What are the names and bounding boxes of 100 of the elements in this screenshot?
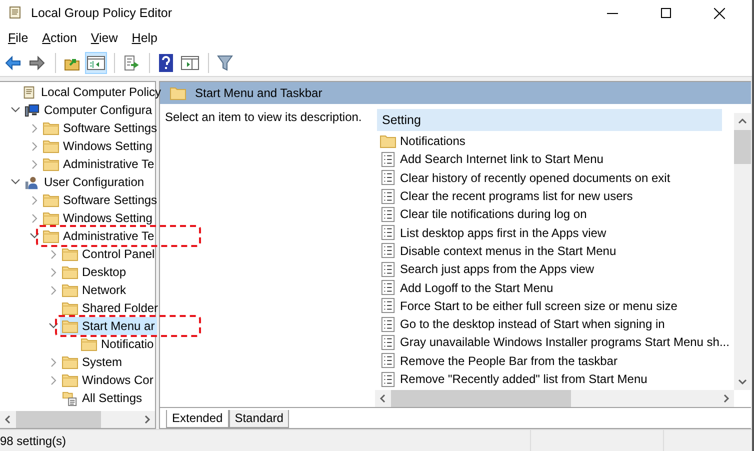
setting-label[interactable]: Disable context menus in the Start Menu bbox=[400, 244, 616, 258]
tree-item-label: Administrative Te bbox=[63, 229, 154, 243]
folder-icon bbox=[43, 192, 59, 208]
scroll-thumb[interactable] bbox=[391, 390, 570, 407]
tree-item-label: Software Settings bbox=[63, 193, 158, 207]
setting-label[interactable]: Add Logoff to the Start Menu bbox=[400, 280, 554, 295]
menu-item[interactable]: Action bbox=[35, 31, 84, 45]
tree-item[interactable]: Administrative Te bbox=[41, 227, 156, 245]
scroll-thumb[interactable] bbox=[734, 130, 751, 164]
tree-item[interactable]: Control Panel bbox=[60, 245, 157, 263]
column-header[interactable]: Setting bbox=[377, 109, 722, 131]
tree-item-label: Network bbox=[82, 283, 126, 297]
collapse-chevron-icon[interactable] bbox=[30, 233, 39, 239]
scroll-icon bbox=[21, 84, 37, 100]
expand-chevron-icon[interactable] bbox=[50, 376, 56, 384]
tree-item[interactable]: Windows Setting bbox=[41, 137, 154, 155]
setting-icon bbox=[380, 316, 396, 332]
tree-view-button[interactable] bbox=[85, 52, 107, 74]
maximize-icon[interactable] bbox=[661, 8, 671, 18]
expand-chevron-icon[interactable] bbox=[50, 250, 56, 258]
tree-item-label: Start Menu ar bbox=[82, 319, 155, 333]
tree-item[interactable]: Start Menu ar bbox=[60, 317, 157, 335]
close-icon[interactable] bbox=[714, 8, 725, 18]
tree-item-label: User Configuration bbox=[44, 175, 144, 189]
setting-icon bbox=[380, 262, 396, 277]
setting-label[interactable]: Clear history of recently opened documents on exit bbox=[400, 170, 670, 185]
tree-item-label: Windows Setting bbox=[63, 139, 152, 153]
folder-icon bbox=[43, 210, 59, 226]
view-tab[interactable]: Standard bbox=[228, 410, 290, 428]
setting-label[interactable]: Notifications bbox=[400, 134, 466, 148]
tree-item[interactable]: User Configuration bbox=[22, 173, 146, 191]
vertical-scrollbar[interactable] bbox=[734, 113, 751, 390]
collapse-chevron-icon[interactable] bbox=[11, 107, 20, 113]
expand-chevron-icon[interactable] bbox=[50, 268, 56, 276]
tree-item-label: Windows Setting bbox=[63, 211, 152, 225]
scroll-icon bbox=[7, 5, 23, 21]
tree-item-label: All Settings bbox=[82, 391, 142, 405]
scroll-thumb[interactable] bbox=[16, 411, 102, 428]
collapse-chevron-icon[interactable] bbox=[11, 179, 20, 185]
action-pane-icon bbox=[181, 55, 199, 71]
setting-label[interactable]: Go to the desktop instead of Start when signing in bbox=[400, 317, 665, 332]
expand-chevron-icon[interactable] bbox=[50, 358, 56, 366]
tree-item[interactable]: Desktop bbox=[60, 263, 128, 281]
setting-label[interactable]: Remove "Recently added" list from Start Menu bbox=[400, 372, 648, 386]
tree-item-label: Windows Cor bbox=[82, 373, 154, 387]
setting-label[interactable]: List desktop apps first in the Apps view bbox=[400, 226, 606, 240]
tree-item[interactable]: Shared Folder bbox=[60, 299, 160, 317]
view-tab[interactable]: Extended bbox=[166, 410, 229, 428]
expand-chevron-icon[interactable] bbox=[32, 142, 38, 150]
folder-icon bbox=[43, 138, 59, 154]
tree-item[interactable]: Software Settings bbox=[41, 119, 160, 137]
expand-chevron-icon[interactable] bbox=[32, 214, 38, 222]
tree-item-label: Notificatio bbox=[101, 337, 154, 351]
folder-icon bbox=[62, 300, 78, 316]
folder-icon bbox=[62, 354, 78, 370]
setting-icon bbox=[380, 280, 396, 296]
back-arrow-icon bbox=[4, 55, 22, 71]
setting-icon bbox=[380, 372, 396, 386]
tree-item[interactable]: Computer Configura bbox=[22, 101, 154, 119]
tree-item[interactable]: Local Computer Policy bbox=[19, 83, 164, 101]
folder-icon bbox=[62, 282, 78, 298]
expand-chevron-icon[interactable] bbox=[32, 124, 38, 132]
tree-item[interactable]: System bbox=[60, 353, 124, 371]
setting-label[interactable]: Remove the People Bar from the taskbar bbox=[400, 354, 618, 368]
setting-label[interactable]: Add Search Internet link to Start Menu bbox=[400, 152, 604, 166]
expand-chevron-icon[interactable] bbox=[50, 286, 56, 294]
menu-item[interactable]: File bbox=[1, 31, 36, 45]
horizontal-scrollbar[interactable] bbox=[375, 390, 734, 407]
tree-item[interactable]: Windows Setting bbox=[41, 209, 154, 227]
setting-icon bbox=[380, 243, 396, 258]
horizontal-scrollbar[interactable] bbox=[0, 411, 155, 428]
tree-item[interactable]: Windows Cor bbox=[60, 371, 156, 389]
menu-item[interactable]: Help bbox=[124, 31, 165, 45]
collapse-chevron-icon[interactable] bbox=[49, 323, 58, 329]
folder-icon bbox=[43, 120, 59, 136]
tree-pane-icon bbox=[87, 55, 105, 71]
tree-item-label: Control Panel bbox=[82, 247, 155, 261]
menu-item[interactable]: View bbox=[84, 31, 125, 45]
tree-item[interactable]: Network bbox=[60, 281, 128, 299]
pane-title: Start Menu and Taskbar bbox=[195, 86, 322, 100]
tree-item[interactable]: All Settings bbox=[60, 389, 144, 407]
tree-item[interactable]: Administrative Te bbox=[41, 155, 156, 173]
expand-chevron-icon[interactable] bbox=[32, 160, 38, 168]
tree-item[interactable]: Notificatio bbox=[79, 335, 156, 353]
tree-item[interactable]: Software Settings bbox=[41, 191, 160, 209]
tree-item-label: Software Settings bbox=[63, 121, 158, 135]
tree-item-label: System bbox=[82, 355, 122, 369]
setting-label[interactable]: Force Start to be either full screen size or menu size bbox=[400, 298, 678, 313]
setting-label[interactable]: Clear tile notifications during log on bbox=[400, 207, 587, 222]
settings-list-icon bbox=[62, 390, 78, 406]
description-text: Select an item to view its description. bbox=[165, 110, 362, 124]
setting-label[interactable]: Clear the recent programs list for new users bbox=[400, 189, 633, 204]
setting-icon bbox=[380, 353, 396, 368]
computer-icon bbox=[24, 102, 40, 118]
tree-item-label: Desktop bbox=[82, 265, 126, 279]
setting-label[interactable]: Search just apps from the Apps view bbox=[400, 262, 594, 276]
minimize-icon[interactable] bbox=[607, 12, 618, 14]
expand-chevron-icon[interactable] bbox=[32, 196, 38, 204]
setting-label[interactable]: Gray unavailable Windows Installer programs Start Menu sh... bbox=[400, 335, 730, 350]
setting-icon bbox=[380, 152, 396, 167]
